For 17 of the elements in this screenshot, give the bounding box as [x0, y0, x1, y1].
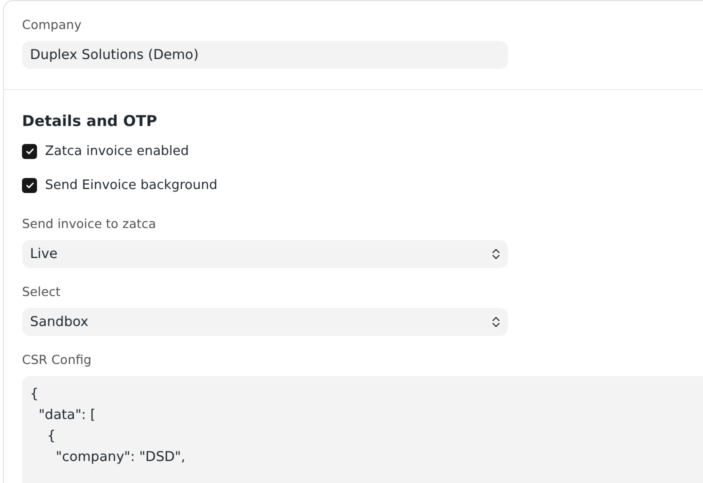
section-heading: Details and OTP [22, 112, 158, 130]
checkbox-label: Send Einvoice background [45, 178, 218, 193]
field-label: CSR Config [22, 352, 92, 368]
field-label: Select [22, 284, 62, 300]
select-field[interactable]: Live [22, 240, 508, 268]
chevron-up-down-icon [492, 316, 500, 328]
chevron-up-down-icon [492, 248, 500, 260]
check-icon [26, 148, 34, 155]
checkbox-label: Zatca invoice enabled [45, 144, 189, 159]
field-label: Send invoice to zatca [22, 216, 158, 232]
checkbox[interactable] [22, 144, 37, 159]
select-field[interactable]: Sandbox [22, 308, 508, 336]
checkbox[interactable] [22, 178, 37, 193]
company-field[interactable]: Duplex Solutions (Demo) [22, 41, 508, 69]
config-text-area[interactable]: { "data": [ { "company": "DSD", [22, 376, 703, 483]
check-icon [26, 182, 34, 189]
field-label: Company [22, 17, 82, 33]
